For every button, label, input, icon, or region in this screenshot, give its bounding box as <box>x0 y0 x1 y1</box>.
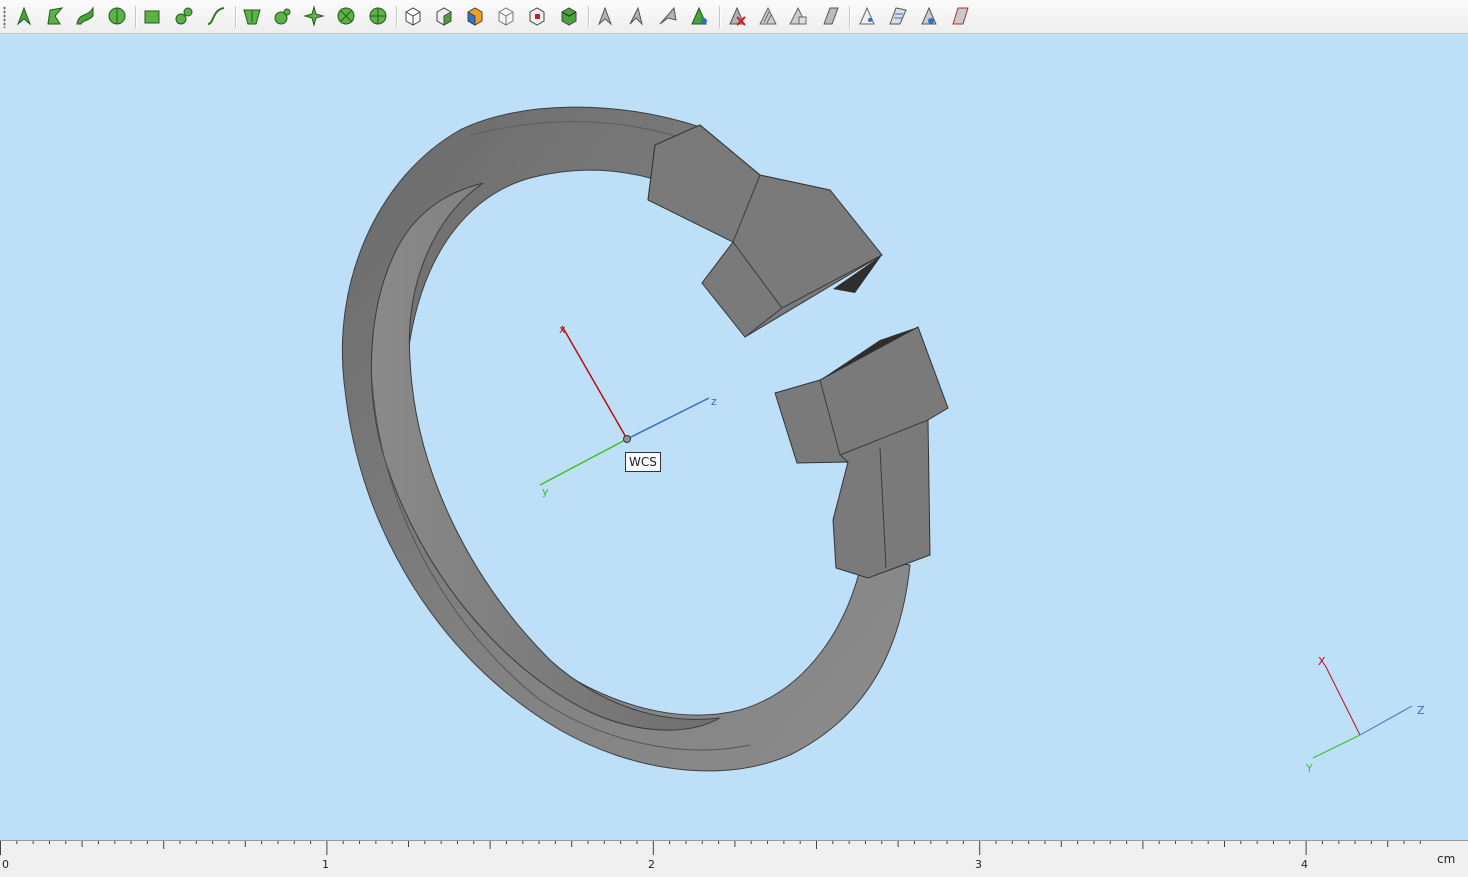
pick-plus-tool[interactable] <box>687 4 711 28</box>
orient-y-axis <box>1312 734 1361 759</box>
cube-face-tool[interactable] <box>432 4 456 28</box>
pick-vertex-icon <box>597 6 613 26</box>
view-tool[interactable] <box>855 4 879 28</box>
view-plane-icon <box>952 7 969 25</box>
face-star-icon <box>303 5 325 27</box>
delete-picked-icon <box>729 6 746 26</box>
wcs-origin[interactable] <box>623 435 631 443</box>
upper-t-end[interactable] <box>647 124 883 338</box>
pick-edge-mid-icon <box>629 6 643 26</box>
wcs-x-label: x <box>559 323 566 336</box>
face-normal-tool[interactable] <box>240 4 264 28</box>
face-normal-icon <box>243 9 261 25</box>
toolbar <box>0 0 1468 34</box>
toolbar-grip[interactable] <box>3 6 6 28</box>
ruler-label-3: 3 <box>975 858 982 871</box>
pick-face-center-tool[interactable] <box>172 4 196 28</box>
cube-green-icon <box>561 7 577 26</box>
circle-point-tool[interactable] <box>366 4 390 28</box>
pick-spline-tool[interactable] <box>204 4 228 28</box>
pick-circle-icon <box>108 7 126 25</box>
ruler-ticks <box>0 841 1421 855</box>
lower-t-end[interactable] <box>774 326 949 579</box>
pick-circle-tool[interactable] <box>105 4 129 28</box>
wcs-y-label: y <box>542 485 549 498</box>
ruler-unit: cm <box>1437 852 1456 866</box>
circle-center-icon <box>337 7 355 25</box>
ring-model[interactable] <box>341 106 949 772</box>
wcs-z-label: z <box>711 395 717 408</box>
pick-plus-icon <box>691 6 707 25</box>
view-point-icon <box>921 6 937 25</box>
cube-select-icon <box>405 7 421 26</box>
pick-face-tool[interactable] <box>141 4 165 28</box>
toolbar-separator <box>135 6 137 28</box>
view-plane-tool[interactable] <box>948 4 972 28</box>
ruler-label-2: 2 <box>648 858 655 871</box>
cube-red-icon <box>529 7 545 26</box>
model-scene[interactable] <box>0 34 1468 840</box>
cube-select-tool[interactable] <box>401 4 425 28</box>
pick-curve-icon <box>76 6 94 25</box>
circle-center-tool[interactable] <box>334 4 358 28</box>
wcs-label: WCS <box>625 452 661 472</box>
circle-point-icon <box>369 7 387 25</box>
face-radius-icon <box>274 8 291 25</box>
orientation-triad <box>1312 664 1413 759</box>
view-icon <box>859 6 875 25</box>
orient-z-label: Z <box>1417 704 1425 717</box>
hatch-copy-tool[interactable] <box>786 4 810 28</box>
face-radius-tool[interactable] <box>271 4 295 28</box>
toolbar-separator <box>235 6 237 28</box>
pick-edge-tool[interactable] <box>43 4 67 28</box>
pick-point-icon <box>16 6 32 26</box>
pick-edge-end-icon <box>659 6 677 25</box>
ruler-label-1: 1 <box>322 858 329 871</box>
view-point-tool[interactable] <box>917 4 941 28</box>
face-star-tool[interactable] <box>302 4 326 28</box>
toolbar-separator <box>849 6 851 28</box>
hatch-copy-icon <box>789 6 807 25</box>
wcs-x-axis <box>561 325 628 440</box>
wcs-z-axis <box>626 397 710 440</box>
pick-edge-end-tool[interactable] <box>656 4 680 28</box>
pick-edge-mid-tool[interactable] <box>624 4 648 28</box>
pick-vertex-tool[interactable] <box>593 4 617 28</box>
orient-z-axis <box>1359 705 1413 736</box>
pick-spline-icon <box>207 7 225 25</box>
hatch-tool[interactable] <box>756 4 780 28</box>
delete-picked-tool[interactable] <box>725 4 749 28</box>
orient-x-axis <box>1324 664 1361 736</box>
3d-viewport[interactable]: x z y WCS X Z Y <box>0 34 1468 840</box>
ruler-label-4: 4 <box>1301 858 1308 871</box>
wcs-y-axis <box>539 438 628 486</box>
view-stack-icon <box>889 7 907 25</box>
pick-face-icon <box>144 10 160 24</box>
scale-ruler: 0 1 2 3 4 cm <box>0 840 1468 876</box>
cube-red-tool[interactable] <box>525 4 549 28</box>
pick-face-center-icon <box>175 7 193 25</box>
cube-face-icon <box>436 7 452 26</box>
pick-curve-tool[interactable] <box>73 4 97 28</box>
hatch-icon <box>759 6 777 25</box>
ruler-label-0: 0 <box>2 858 9 871</box>
cube-wire-tool[interactable] <box>494 4 518 28</box>
view-stack-tool[interactable] <box>886 4 910 28</box>
pick-point-tool[interactable] <box>12 4 36 28</box>
orient-x-label: X <box>1318 655 1326 668</box>
plane-tool[interactable] <box>818 4 842 28</box>
cube-wire-icon <box>498 7 514 26</box>
toolbar-separator <box>719 6 721 28</box>
pick-edge-icon <box>47 7 64 25</box>
orient-y-label: Y <box>1306 762 1313 775</box>
toolbar-separator <box>588 6 590 28</box>
cube-color-icon <box>467 7 483 26</box>
plane-icon <box>823 7 839 25</box>
cube-color-tool[interactable] <box>463 4 487 28</box>
cube-green-tool[interactable] <box>557 4 581 28</box>
toolbar-separator <box>396 6 398 28</box>
